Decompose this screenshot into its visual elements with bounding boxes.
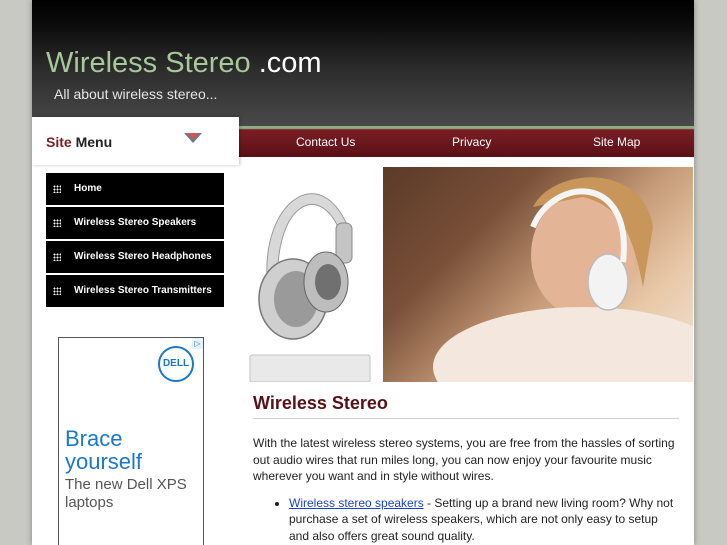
site-title-main[interactable]: Wireless Stereo <box>46 47 251 79</box>
sidebar-item-label: Home <box>74 183 102 194</box>
site-menu-title: Site Menu <box>46 134 112 150</box>
nav-privacy[interactable]: Privacy <box>452 135 491 149</box>
feature-list: Wireless stereo speakers - Setting up a … <box>253 495 679 545</box>
headphones-illustration <box>249 193 371 383</box>
grid-icon <box>53 253 61 261</box>
grid-icon <box>53 185 61 193</box>
site-menu-title-accent: Site <box>46 134 72 150</box>
chevron-down-icon-accent <box>187 133 199 139</box>
site-tagline: All about wireless stereo... <box>54 86 218 102</box>
site-title-domain[interactable]: .com <box>251 47 322 79</box>
sidebar-item-transmitters[interactable]: Wireless Stereo Transmitters <box>46 275 224 307</box>
sidebar-item-label: Wireless Stereo Transmitters <box>74 285 212 296</box>
intro-paragraph: With the latest wireless stereo systems,… <box>253 436 675 483</box>
sidebar-item-label: Wireless Stereo Speakers <box>74 217 197 228</box>
site-header: Wireless Stereo .com All about wireless … <box>32 0 694 128</box>
sidebar-item-speakers[interactable]: Wireless Stereo Speakers <box>46 207 224 239</box>
ad-headline[interactable]: Brace yourself <box>65 427 195 473</box>
dell-logo[interactable]: DELL <box>158 346 194 382</box>
sidebar-item-home[interactable]: Home <box>46 173 224 205</box>
page: Wireless Stereo .com All about wireless … <box>32 0 694 545</box>
woman-listening-photo <box>383 167 693 382</box>
list-item: Wireless stereo speakers - Setting up a … <box>289 495 679 545</box>
site-title[interactable]: Wireless Stereo .com <box>46 46 322 80</box>
wireless-speakers-link[interactable]: Wireless stereo speakers <box>289 496 424 510</box>
hero-banner <box>248 167 693 383</box>
site-menu-header[interactable]: Site Menu <box>32 117 239 165</box>
grid-icon <box>53 219 61 227</box>
sidebar-item-label: Wireless Stereo Headphones <box>74 251 212 262</box>
ad-subtext[interactable]: The new Dell XPS laptops <box>65 476 195 512</box>
main-content: Wireless Stereo With the latest wireless… <box>253 393 679 544</box>
nav-contact-us[interactable]: Contact Us <box>296 135 355 149</box>
sidebar-item-headphones[interactable]: Wireless Stereo Headphones <box>46 241 224 273</box>
site-menu-title-rest: Menu <box>71 134 113 150</box>
nav-site-map[interactable]: Site Map <box>593 135 640 149</box>
grid-icon <box>53 287 61 295</box>
dell-advertisement[interactable]: ▷ DELL Brace yourself The new Dell XPS l… <box>58 337 204 545</box>
photo-illustration <box>433 177 693 382</box>
ad-choices-icon[interactable]: ▷ <box>192 338 203 349</box>
headphones-product-image <box>248 167 382 383</box>
page-title: Wireless Stereo <box>253 393 679 419</box>
sidebar-menu: Home Wireless Stereo Speakers Wireless S… <box>46 173 224 309</box>
